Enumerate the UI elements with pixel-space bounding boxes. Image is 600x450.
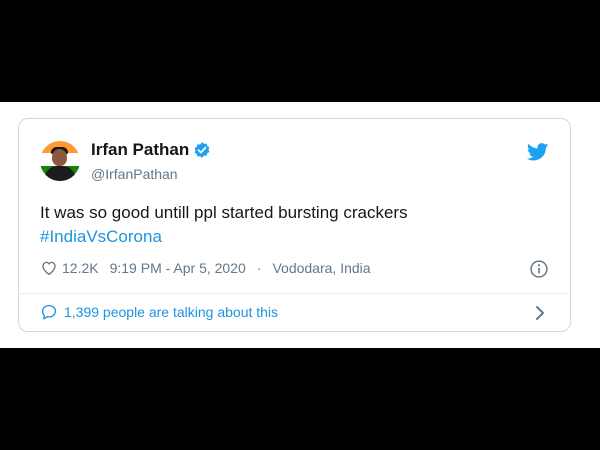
speech-bubble-icon (40, 303, 58, 321)
avatar[interactable] (40, 141, 80, 181)
conversation-text[interactable]: 1,399 people are talking about this (64, 304, 278, 320)
tweet-card[interactable]: Irfan Pathan @IrfanPathan It was so good… (18, 118, 571, 332)
tweet-text: It was so good untill ppl started bursti… (40, 201, 408, 249)
author-handle[interactable]: @IrfanPathan (91, 166, 178, 182)
timestamp[interactable]: 9:19 PM - Apr 5, 2020 (110, 260, 246, 276)
tweet-meta: 12.2K 9:19 PM - Apr 5, 2020 · Vododara, … (40, 259, 371, 277)
info-icon[interactable] (529, 259, 549, 284)
chevron-right-icon[interactable] (534, 305, 546, 326)
twitter-bird-icon[interactable] (526, 143, 549, 166)
conversation-link[interactable]: 1,399 people are talking about this (40, 303, 278, 321)
divider (19, 293, 570, 294)
verified-badge-icon (193, 141, 211, 159)
meta-separator: · (256, 260, 262, 276)
location[interactable]: Vododara, India (272, 260, 370, 276)
heart-icon[interactable] (40, 259, 58, 277)
hashtag-link[interactable]: #IndiaVsCorona (40, 225, 408, 249)
author-name[interactable]: Irfan Pathan (91, 140, 189, 160)
tweet-body: It was so good untill ppl started bursti… (40, 203, 408, 222)
like-count[interactable]: 12.2K (62, 260, 99, 276)
author-name-row[interactable]: Irfan Pathan (91, 140, 211, 160)
